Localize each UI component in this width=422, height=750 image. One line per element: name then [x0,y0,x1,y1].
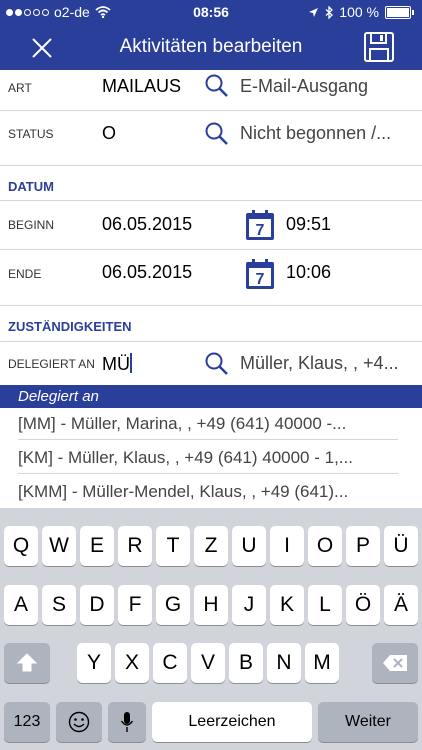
beginn-time-input[interactable]: 09:51 [286,214,331,235]
emoji-key[interactable] [56,702,102,742]
space-key[interactable]: Leerzeichen [152,702,312,742]
delegiert-input[interactable]: MÜ [102,353,132,375]
field-art: ART MAILAUS E-Mail-Ausgang [0,70,422,110]
suggestion-item[interactable]: [MM] - Müller, Marina, , +49 (641) 40000… [18,414,398,434]
calendar-icon[interactable]: 7 [245,209,275,241]
page-title: Aktivitäten bearbeiten [119,36,303,57]
beginn-date-input[interactable]: 06.05.2015 [102,214,192,235]
microphone-icon [120,712,134,732]
delegiert-lookup-value: Müller, Klaus, , +4... [240,353,399,373]
key-n[interactable]: N [267,643,301,683]
key-q[interactable]: Q [4,526,38,566]
field-delegiert: DELEGIERT AN MÜ Müller, Klaus, , +4... [0,342,422,385]
shift-key[interactable] [4,643,50,683]
ende-date-input[interactable]: 06.05.2015 [102,262,192,283]
suggestions-header: Delegiert an [0,385,422,408]
keyboard: QWERTZUIOPÜ ASDFGHJKLÖÄ YXCVBNM 123 Leer… [0,508,422,750]
shift-icon [16,653,38,672]
key-k[interactable]: K [270,585,304,625]
delegiert-input-text: MÜ [102,354,130,374]
status-input[interactable]: O [102,123,116,144]
key-x[interactable]: X [115,643,149,683]
location-icon [309,7,319,17]
key-i[interactable]: I [270,526,304,566]
key-s[interactable]: S [42,585,76,625]
key-j[interactable]: J [232,585,266,625]
microphone-key[interactable] [108,702,146,742]
text-caret [130,353,132,373]
backspace-key[interactable] [372,643,418,683]
battery-tip [412,9,414,15]
calendar-day: 7 [256,222,265,239]
section-title-zustaendigkeiten: ZUSTÄNDIGKEITEN [8,319,132,334]
numbers-key[interactable]: 123 [4,702,50,742]
section-title-datum: DATUM [8,179,54,194]
ende-label: ENDE [8,267,42,281]
beginn-label: BEGINN [8,218,55,232]
section-datum: DATUM [0,166,422,200]
suggestions-title: Delegiert an [18,388,99,405]
art-label: ART [8,81,32,95]
key-a[interactable]: A [4,585,38,625]
divider [18,473,398,474]
key-w[interactable]: W [42,526,76,566]
key-t[interactable]: T [156,526,190,566]
suggestion-item[interactable]: [KM] - Müller, Klaus, , +49 (641) 40000 … [18,448,398,468]
key-c[interactable]: C [153,643,187,683]
delegiert-label: DELEGIERT AN [8,357,95,371]
search-icon[interactable] [204,351,230,377]
key-r[interactable]: R [118,526,152,566]
status-bar: o2-de 08:56 100 % [0,0,422,24]
key-l[interactable]: L [308,585,342,625]
bluetooth-icon [325,5,334,19]
backspace-icon [383,655,407,671]
key-v[interactable]: V [191,643,225,683]
suggestion-item[interactable]: [KMM] - Müller-Mendel, Klaus, , +49 (641… [18,482,398,502]
save-icon[interactable] [362,30,396,64]
key-u[interactable]: U [232,526,266,566]
divider [18,439,398,440]
key-p[interactable]: P [346,526,380,566]
section-zustaendigkeiten: ZUSTÄNDIGKEITEN [0,306,422,341]
key-d[interactable]: D [80,585,114,625]
key-o[interactable]: O [308,526,342,566]
art-lookup-value: E-Mail-Ausgang [240,76,369,96]
field-ende: ENDE 06.05.2015 7 10:06 [0,250,422,298]
key-e[interactable]: E [80,526,114,566]
key-z[interactable]: Z [194,526,228,566]
art-input[interactable]: MAILAUS [102,76,181,97]
key-ü[interactable]: Ü [384,526,418,566]
calendar-day: 7 [256,271,265,288]
key-m[interactable]: M [305,643,339,683]
status-lookup-value: Nicht begonnen /... [240,123,392,143]
status-right: 100 % [308,4,414,20]
key-h[interactable]: H [194,585,228,625]
key-y[interactable]: Y [77,643,111,683]
search-icon[interactable] [204,73,230,99]
status-label: STATUS [8,127,54,141]
search-icon[interactable] [204,121,230,147]
emoji-icon [68,711,90,733]
key-ä[interactable]: Ä [384,585,418,625]
key-b[interactable]: B [229,643,263,683]
ende-time-input[interactable]: 10:06 [286,262,331,283]
nav-bar: Aktivitäten bearbeiten [0,24,422,70]
key-f[interactable]: F [118,585,152,625]
battery-icon [385,5,411,19]
return-key[interactable]: Weiter [318,702,418,742]
calendar-icon[interactable]: 7 [245,258,275,290]
field-status: STATUS O Nicht begonnen /... [0,111,422,159]
battery-percent: 100 % [339,4,379,20]
key-ö[interactable]: Ö [346,585,380,625]
field-beginn: BEGINN 06.05.2015 7 09:51 [0,201,422,249]
key-g[interactable]: G [156,585,190,625]
